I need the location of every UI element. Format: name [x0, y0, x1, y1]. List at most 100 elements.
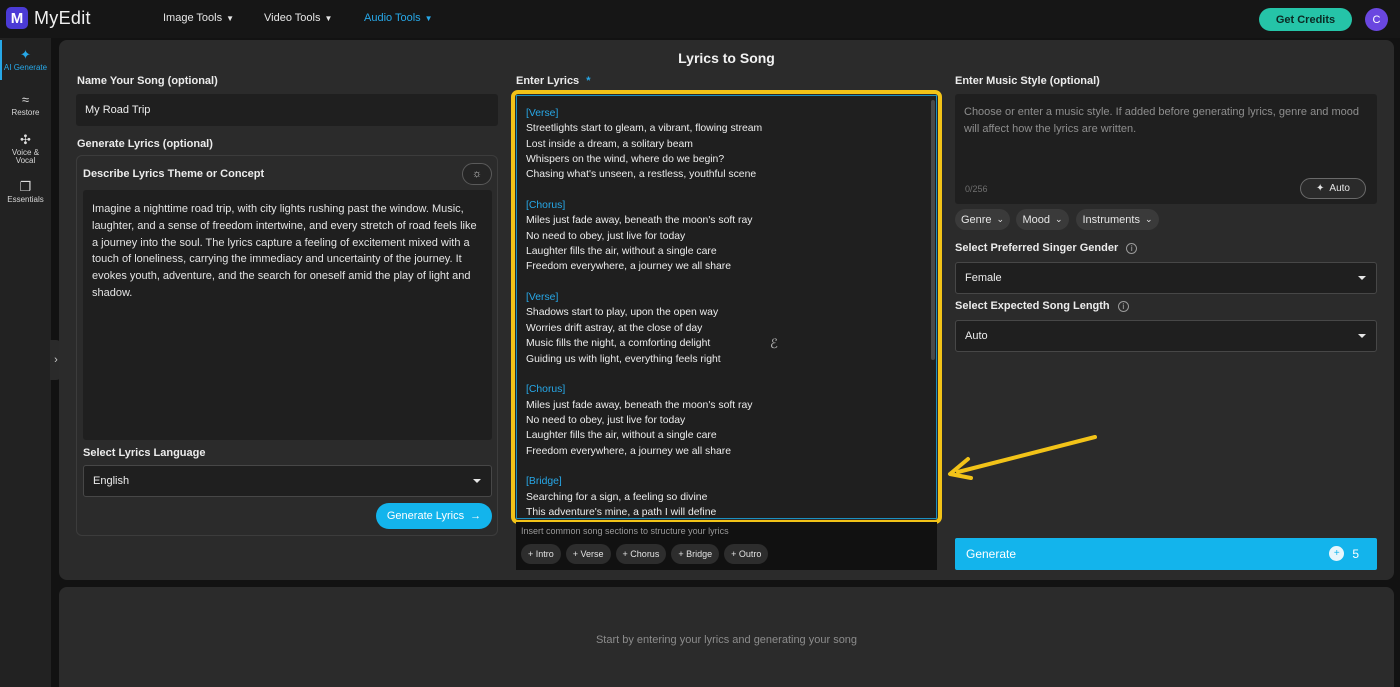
squares-icon: ❐ — [19, 179, 32, 194]
nav-video-tools[interactable]: Video Tools ▼ — [264, 12, 332, 24]
logo-mark-icon: M — [6, 7, 28, 29]
music-style-textarea[interactable]: Choose or enter a music style. If added … — [955, 94, 1377, 204]
lyrics-section-tag: [Verse] — [526, 292, 559, 304]
language-label: Select Lyrics Language — [83, 447, 206, 459]
rail-item-essentials[interactable]: ❐ Essentials — [0, 180, 51, 204]
lyrics-blank-line — [526, 459, 927, 474]
rail-item-ai-generate[interactable]: ✦ AI Generate — [0, 48, 51, 72]
top-bar: M MyEdit Image Tools ▼ Video Tools ▼ Aud… — [0, 0, 1400, 38]
singer-gender-value: Female — [965, 272, 1002, 284]
generate-button[interactable]: Generate + 5 — [955, 538, 1377, 570]
arrow-right-icon: → — [470, 510, 482, 522]
empty-results-message: Start by entering your lyrics and genera… — [595, 634, 858, 646]
lyrics-line: Streetlights start to gleam, a vibrant, … — [526, 123, 763, 135]
text-cursor-icon: ℰ — [770, 336, 778, 351]
filter-genre[interactable]: Genre ⌄ — [955, 209, 1010, 230]
music-style-label: Enter Music Style (optional) — [955, 75, 1100, 87]
filter-instruments[interactable]: Instruments ⌄ — [1076, 209, 1159, 230]
filter-instruments-label: Instruments — [1082, 213, 1140, 226]
music-style-char-count: 0/256 — [965, 184, 988, 194]
song-name-label: Name Your Song (optional) — [77, 75, 218, 87]
lyrics-line: Guiding us with light, everything feels … — [526, 353, 721, 365]
info-icon[interactable]: i — [1117, 300, 1129, 312]
lyrics-line: Chasing what's unseen, a restless, youth… — [526, 169, 757, 181]
chevron-down-icon: ⌄ — [1144, 214, 1153, 224]
song-length-select[interactable]: Auto — [955, 320, 1377, 352]
lightbulb-icon: ☼ — [471, 168, 483, 180]
lyrics-line: Freedom everywhere, a journey we all sha… — [526, 261, 732, 273]
song-name-input[interactable]: My Road Trip — [76, 94, 498, 126]
generate-lyrics-button[interactable]: Generate Lyrics → — [376, 503, 492, 529]
rail-item-voice-vocal[interactable]: ✣ Voice & Vocal — [0, 133, 51, 165]
magic-wand-icon: ✦ — [20, 47, 31, 62]
generate-lyrics-button-label: Generate Lyrics — [386, 510, 465, 522]
nav-image-tools[interactable]: Image Tools ▼ — [163, 12, 234, 24]
filter-genre-label: Genre — [960, 213, 992, 226]
app-logo[interactable]: M MyEdit — [6, 7, 91, 29]
caret-down-icon — [473, 479, 481, 483]
singer-gender-label: Select Preferred Singer Gender i — [955, 242, 1138, 254]
section-chip-chorus[interactable]: + Chorus — [615, 544, 667, 564]
lyrics-line: This adventure's mine, a path I will def… — [526, 506, 717, 518]
results-panel: Start by entering your lyrics and genera… — [59, 587, 1394, 687]
filter-mood[interactable]: Mood ⌄ — [1016, 209, 1069, 230]
lyrics-textarea[interactable]: [Verse] Streetlights start to gleam, a vi… — [516, 95, 937, 519]
credit-plus-icon: + — [1329, 546, 1345, 561]
lyrics-blank-line — [526, 275, 927, 290]
singer-gender-label-text: Select Preferred Singer Gender — [955, 242, 1119, 254]
lyrics-line: Shadows start to play, upon the open way — [526, 307, 719, 319]
theme-label: Describe Lyrics Theme or Concept — [83, 168, 265, 180]
section-chip-intro[interactable]: + Intro — [521, 544, 561, 564]
rail-item-label: Voice & Vocal — [11, 148, 40, 165]
song-length-value: Auto — [965, 330, 988, 342]
lyrics-line: Searching for a sign, a feeling so divin… — [526, 491, 708, 503]
rail-item-restore[interactable]: ≈ Restore — [0, 93, 51, 117]
lyrics-label: Enter Lyrics * — [516, 75, 591, 87]
section-chip-verse[interactable]: + Verse — [565, 544, 611, 564]
avatar[interactable]: C — [1365, 8, 1388, 31]
sections-bar: Insert common song sections to structure… — [516, 522, 937, 570]
language-select[interactable]: English — [83, 465, 492, 497]
tool-rail: ✦ AI Generate ≈ Restore ✣ Voice & Vocal … — [0, 38, 51, 687]
chevron-down-icon: ▼ — [324, 13, 333, 23]
chevron-down-icon: ▼ — [226, 13, 235, 23]
singer-gender-select[interactable]: Female — [955, 262, 1377, 294]
chevron-down-icon: ⌄ — [1054, 214, 1063, 224]
lyrics-line: No need to obey, just live for today — [526, 230, 686, 242]
theme-textarea[interactable]: Imagine a nighttime road trip, with city… — [83, 190, 492, 440]
lyrics-section-tag: [Chorus] — [526, 384, 566, 396]
lyrics-section-tag: [Chorus] — [526, 200, 566, 212]
inspiration-button[interactable]: ☼ — [462, 163, 492, 185]
lyrics-scrollbar[interactable] — [931, 100, 935, 360]
nav-audio-tools[interactable]: Audio Tools ▼ — [364, 12, 433, 24]
lyrics-label-text: Enter Lyrics — [516, 75, 580, 87]
lyrics-line: Miles just fade away, beneath the moon's… — [526, 215, 753, 227]
lyrics-line: Miles just fade away, beneath the moon's… — [526, 399, 753, 411]
language-value: English — [93, 475, 130, 487]
filter-mood-label: Mood — [1022, 213, 1050, 226]
auto-style-button[interactable]: ✦ Auto — [1300, 178, 1366, 199]
lyrics-line: Lost inside a dream, a solitary beam — [526, 138, 693, 150]
rail-item-label: AI Generate — [3, 63, 48, 72]
lyrics-line: Music fills the night, a comforting deli… — [526, 338, 711, 350]
get-credits-button[interactable]: Get Credits — [1259, 8, 1352, 31]
song-length-label-text: Select Expected Song Length — [955, 300, 1110, 312]
lyrics-line: Laughter fills the air, without a single… — [526, 246, 717, 258]
nav-image-tools-label: Image Tools — [163, 12, 223, 24]
rail-item-label: Essentials — [7, 195, 44, 204]
lyrics-blank-line — [526, 183, 927, 198]
sections-hint: Insert common song sections to structure… — [521, 526, 729, 536]
section-chip-bridge[interactable]: + Bridge — [671, 544, 720, 564]
section-chip-outro[interactable]: + Outro — [724, 544, 769, 564]
nav-video-tools-label: Video Tools — [264, 12, 321, 24]
section-chips: + Intro + Verse + Chorus + Bridge + Outr… — [521, 544, 769, 564]
magic-wand-icon: ✦ — [1316, 183, 1325, 194]
chevron-right-icon: › — [54, 354, 58, 366]
generate-button-label: Generate — [966, 547, 1017, 561]
annotation-arrow-icon — [948, 435, 1097, 480]
auto-style-button-label: Auto — [1329, 183, 1350, 194]
info-icon[interactable]: i — [1126, 242, 1138, 254]
app-name: MyEdit — [34, 7, 91, 28]
chevron-down-icon: ⌄ — [996, 214, 1005, 224]
caret-down-icon — [1358, 334, 1366, 338]
